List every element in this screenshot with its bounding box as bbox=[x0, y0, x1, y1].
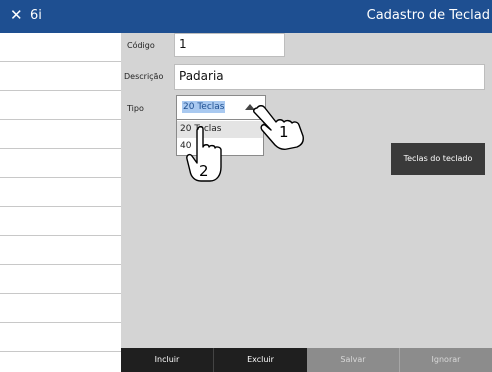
list-item[interactable] bbox=[0, 33, 121, 62]
cursor-2-number: 2 bbox=[199, 162, 209, 180]
list-item[interactable] bbox=[0, 91, 121, 120]
descricao-field[interactable]: Padaria bbox=[174, 64, 485, 90]
hand-cursor-icon: 2 bbox=[186, 126, 222, 182]
record-list[interactable] bbox=[0, 33, 121, 372]
list-item[interactable] bbox=[0, 265, 121, 294]
title-bar: ✕ 6i Cadastro de Teclad bbox=[0, 0, 492, 33]
codigo-label: Código bbox=[127, 41, 155, 50]
ignorar-button[interactable]: Ignorar bbox=[400, 348, 492, 372]
list-item[interactable] bbox=[0, 178, 121, 207]
descricao-label: Descrição bbox=[124, 72, 164, 81]
bottom-toolbar: Incluir Excluir Salvar Ignorar bbox=[121, 348, 492, 372]
tipo-selected-value: 20 Teclas bbox=[182, 101, 226, 113]
list-item[interactable] bbox=[0, 207, 121, 236]
hand-cursor-icon: 1 bbox=[253, 105, 304, 150]
teclas-do-teclado-button[interactable]: Teclas do teclado bbox=[391, 143, 485, 175]
cursor-1-number: 1 bbox=[279, 123, 289, 141]
list-item[interactable] bbox=[0, 323, 121, 352]
codigo-field[interactable]: 1 bbox=[174, 33, 285, 57]
close-icon[interactable]: ✕ bbox=[10, 7, 23, 24]
app-name: 6i bbox=[30, 8, 42, 23]
incluir-button[interactable]: Incluir bbox=[121, 348, 214, 372]
salvar-button[interactable]: Salvar bbox=[307, 348, 400, 372]
list-item[interactable] bbox=[0, 294, 121, 323]
tipo-label: Tipo bbox=[127, 104, 144, 113]
list-item[interactable] bbox=[0, 62, 121, 91]
window-title: Cadastro de Teclad bbox=[366, 8, 490, 23]
list-item[interactable] bbox=[0, 149, 121, 178]
list-item[interactable] bbox=[0, 236, 121, 265]
excluir-button[interactable]: Excluir bbox=[214, 348, 307, 372]
list-item[interactable] bbox=[0, 120, 121, 149]
